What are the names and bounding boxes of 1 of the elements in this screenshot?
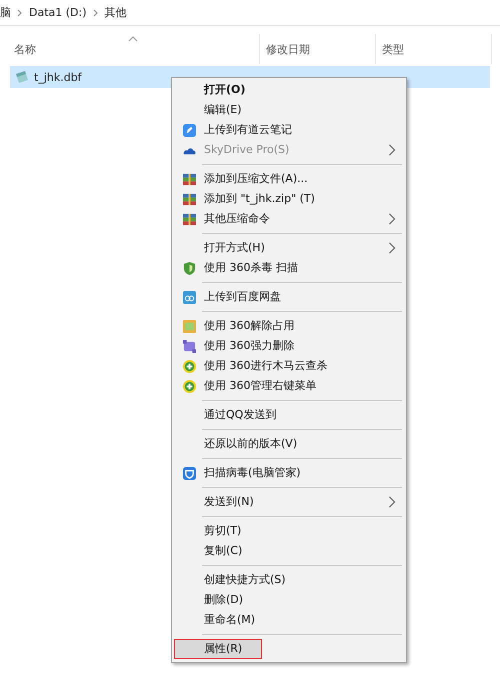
file-name: t_jhk.dbf	[34, 70, 82, 84]
